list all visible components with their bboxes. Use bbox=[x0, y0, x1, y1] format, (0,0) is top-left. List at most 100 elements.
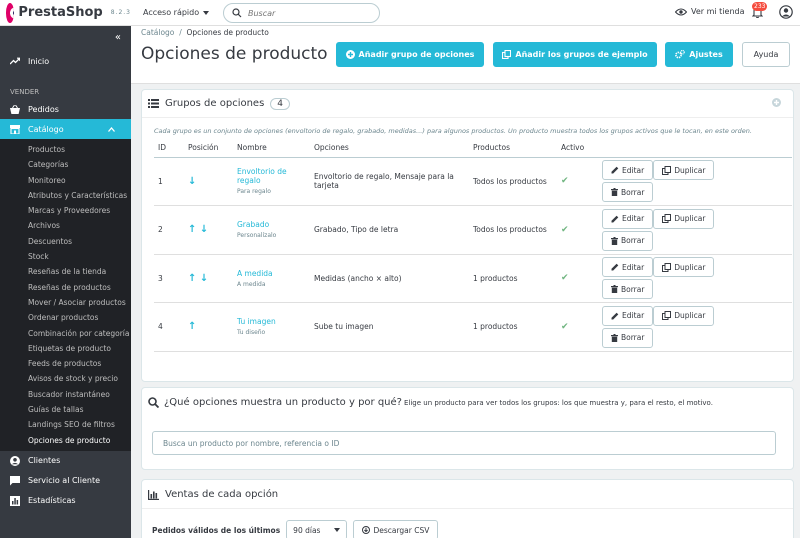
notification-count-badge: 233 bbox=[752, 2, 768, 11]
table-row: 4 ↑ Tu imagen Tu diseño Sube tu imagen 1 … bbox=[154, 302, 792, 352]
submenu-item-monitoring[interactable]: Monitoreo bbox=[0, 173, 131, 188]
sidebar-item-label: Estadísticas bbox=[28, 496, 76, 506]
trash-icon bbox=[611, 285, 618, 294]
duplicate-button[interactable]: Duplicar bbox=[653, 305, 715, 326]
delete-button[interactable]: Borrar bbox=[602, 182, 654, 203]
submenu-item-files[interactable]: Archivos bbox=[0, 218, 131, 233]
active-check-icon[interactable]: ✔ bbox=[561, 273, 569, 283]
duplicate-button[interactable]: Duplicar bbox=[653, 160, 715, 181]
submenu-item-brands[interactable]: Marcas y Proveedores bbox=[0, 203, 131, 218]
submenu-item-product-labels[interactable]: Etiquetas de producto bbox=[0, 341, 131, 356]
group-products: Todos los productos bbox=[469, 205, 557, 255]
submenu-item-instant-search[interactable]: Buscador instantáneo bbox=[0, 387, 131, 402]
submenu-item-products[interactable]: Productos bbox=[0, 142, 131, 157]
eye-icon bbox=[675, 7, 687, 16]
brand-version: 8.2.3 bbox=[110, 9, 131, 16]
submenu-item-store-reviews[interactable]: Reseñas de la tienda bbox=[0, 264, 131, 279]
group-name-subtitle: Personalízalo bbox=[237, 232, 277, 240]
move-arrow-icon[interactable]: ↑ ↓ bbox=[188, 224, 208, 235]
help-button[interactable]: Ayuda bbox=[742, 42, 790, 67]
edit-label: Editar bbox=[622, 214, 645, 224]
sidebar-item-customers[interactable]: Clientes bbox=[0, 451, 131, 471]
copy-icon bbox=[502, 50, 512, 59]
move-arrow-icon[interactable]: ↑ bbox=[188, 321, 196, 332]
option-groups-table: ID Posición Nombre Opciones Productos Ac… bbox=[154, 139, 792, 352]
period-select[interactable]: 90 días bbox=[286, 520, 348, 538]
sidebar: « Inicio VENDER Pedidos Catálogo Product… bbox=[0, 26, 131, 538]
group-name-subtitle: Tu diseño bbox=[237, 329, 266, 337]
group-options: Grabado, Tipo de letra bbox=[310, 205, 469, 255]
search-input[interactable] bbox=[248, 8, 368, 18]
edit-button[interactable]: Editar bbox=[602, 305, 654, 326]
duplicate-label: Duplicar bbox=[674, 262, 706, 272]
page-title: Opciones de producto bbox=[141, 44, 328, 64]
sales-header: Ventas de cada opción bbox=[148, 489, 278, 500]
submenu-item-discounts[interactable]: Descuentos bbox=[0, 234, 131, 249]
active-check-icon[interactable]: ✔ bbox=[561, 176, 569, 186]
submenu-item-stock[interactable]: Stock bbox=[0, 249, 131, 264]
logo[interactable]: PrestaShop 8.2.3 bbox=[0, 2, 131, 23]
submenu-item-product-reviews[interactable]: Reseñas de productos bbox=[0, 280, 131, 295]
submenu-item-size-guides[interactable]: Guías de tallas bbox=[0, 402, 131, 417]
duplicate-button[interactable]: Duplicar bbox=[653, 208, 715, 229]
submenu-item-attributes[interactable]: Atributos y Características bbox=[0, 188, 131, 203]
group-name-link[interactable]: Grabado bbox=[237, 220, 310, 229]
move-arrow-icon[interactable]: ↓ bbox=[188, 176, 196, 187]
sidebar-item-stats[interactable]: Estadísticas bbox=[0, 491, 131, 511]
sidebar-item-label: Clientes bbox=[28, 456, 61, 466]
chevron-up-icon bbox=[108, 126, 115, 132]
submenu-item-sort-products[interactable]: Ordenar productos bbox=[0, 310, 131, 325]
column-header-position: Posición bbox=[184, 139, 233, 158]
edit-button[interactable]: Editar bbox=[602, 160, 654, 181]
submenu-item-categories[interactable]: Categorías bbox=[0, 157, 131, 172]
add-example-groups-button[interactable]: Añadir los grupos de ejemplo bbox=[493, 42, 657, 67]
move-arrow-icon[interactable]: ↑ ↓ bbox=[188, 273, 208, 284]
product-lookup-input[interactable]: Busca un producto por nombre, referencia… bbox=[152, 431, 776, 455]
breadcrumb-current: Opciones de producto bbox=[186, 28, 269, 37]
collapse-sidebar-icon[interactable]: « bbox=[115, 32, 121, 43]
edit-button[interactable]: Editar bbox=[602, 257, 654, 278]
settings-button[interactable]: Ajustes bbox=[665, 42, 733, 67]
bar-chart-icon bbox=[148, 489, 159, 500]
group-name-subtitle: Para regalo bbox=[237, 188, 271, 196]
add-option-group-button[interactable]: Añadir grupo de opciones bbox=[336, 42, 484, 67]
column-header-options: Opciones bbox=[310, 139, 469, 158]
submenu-item-combination[interactable]: Combinación por categoría bbox=[0, 326, 131, 341]
view-store-link[interactable]: Ver mi tienda bbox=[675, 7, 745, 16]
active-check-icon[interactable]: ✔ bbox=[561, 225, 569, 235]
edit-button[interactable]: Editar bbox=[602, 208, 654, 229]
active-check-icon[interactable]: ✔ bbox=[561, 322, 569, 332]
sidebar-item-customer-service[interactable]: Servicio al Cliente bbox=[0, 471, 131, 491]
duplicate-button[interactable]: Duplicar bbox=[653, 257, 715, 278]
sidebar-item-catalog[interactable]: Catálogo bbox=[0, 119, 131, 139]
group-name-link[interactable]: Tu imagen bbox=[237, 317, 310, 326]
submenu-item-product-options[interactable]: Opciones de producto bbox=[0, 433, 131, 448]
delete-button[interactable]: Borrar bbox=[602, 327, 654, 348]
submenu-item-move-products[interactable]: Mover / Asociar productos bbox=[0, 295, 131, 310]
delete-button[interactable]: Borrar bbox=[602, 279, 654, 300]
sidebar-item-home[interactable]: Inicio bbox=[0, 51, 131, 71]
submenu-item-stock-alerts[interactable]: Avisos de stock y precio bbox=[0, 371, 131, 386]
breadcrumb-separator: / bbox=[179, 28, 182, 37]
sidebar-item-orders[interactable]: Pedidos bbox=[0, 99, 131, 119]
list-icon bbox=[148, 99, 159, 108]
user-menu-button[interactable] bbox=[779, 5, 793, 21]
breadcrumb-parent-link[interactable]: Catálogo bbox=[141, 28, 174, 37]
add-circle-icon[interactable] bbox=[772, 98, 781, 107]
copy-icon bbox=[662, 165, 672, 175]
group-name-link[interactable]: A medida bbox=[237, 269, 310, 278]
submenu-item-product-feeds[interactable]: Feeds de productos bbox=[0, 356, 131, 371]
shopping-basket-icon bbox=[10, 104, 20, 114]
gears-icon bbox=[675, 50, 686, 59]
group-name-link[interactable]: Envoltorio de regalo bbox=[237, 167, 310, 185]
submenu-item-seo-landings[interactable]: Landings SEO de filtros bbox=[0, 417, 131, 432]
download-csv-label: Descargar CSV bbox=[373, 525, 430, 535]
quick-access-dropdown[interactable]: Acceso rápido bbox=[143, 8, 210, 17]
add-option-group-label: Añadir grupo de opciones bbox=[358, 50, 475, 59]
download-csv-button[interactable]: Descargar CSV bbox=[353, 520, 439, 538]
period-filter-label: Pedidos válidos de los últimos bbox=[152, 525, 281, 535]
copy-icon bbox=[662, 311, 672, 321]
delete-button[interactable]: Borrar bbox=[602, 230, 654, 251]
search-box[interactable] bbox=[223, 3, 380, 23]
sidebar-item-label: Catálogo bbox=[28, 124, 64, 134]
